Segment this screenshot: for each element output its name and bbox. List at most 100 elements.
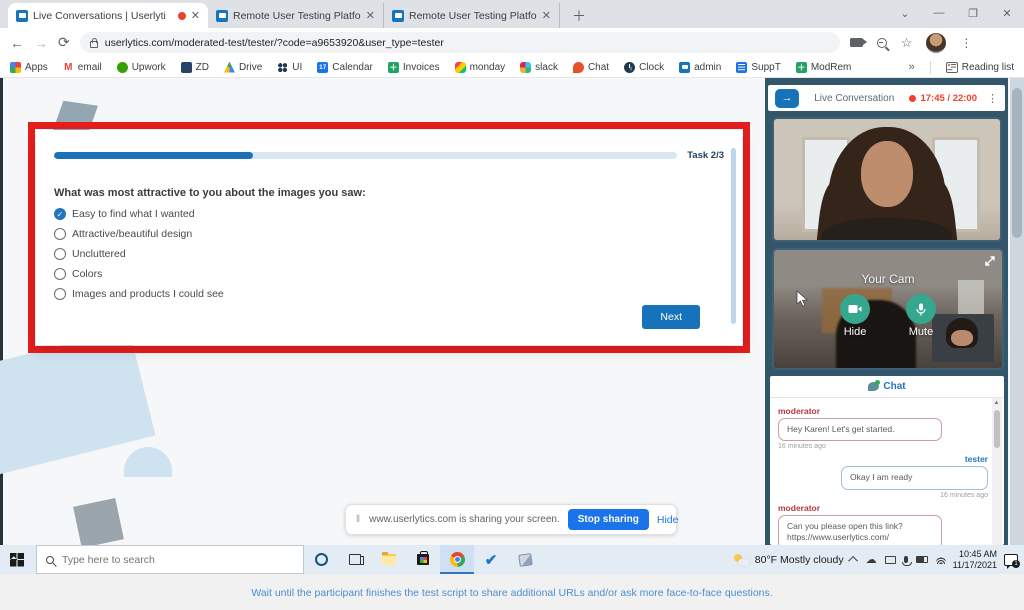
- tab-camera-indicator-icon[interactable]: [849, 38, 867, 47]
- close-tab-icon[interactable]: ✕: [542, 9, 551, 22]
- bookmarks-overflow-chevron[interactable]: »: [909, 61, 915, 73]
- close-window-button[interactable]: ✕: [990, 7, 1024, 20]
- scrollbar-thumb[interactable]: [1012, 88, 1022, 238]
- taskbar-search[interactable]: [36, 545, 304, 574]
- network-icon[interactable]: [935, 555, 946, 564]
- notification-center-icon[interactable]: 1: [1004, 553, 1020, 569]
- radio-icon[interactable]: [54, 228, 66, 240]
- tab-remote-testing-2[interactable]: Remote User Testing Platform | U ✕: [384, 3, 560, 28]
- participant-face: [861, 141, 913, 207]
- collapse-panel-arrow-button[interactable]: →: [775, 88, 799, 108]
- bookmark-apps[interactable]: Apps: [10, 61, 48, 73]
- cortana-button[interactable]: [304, 545, 338, 574]
- display-icon[interactable]: [884, 555, 896, 564]
- bookmark-monday[interactable]: monday: [454, 61, 505, 73]
- microphone-icon[interactable]: [906, 294, 936, 324]
- bookmark-email[interactable]: Memail: [62, 61, 102, 73]
- pinned-app-button[interactable]: ✔: [474, 545, 508, 574]
- bookmark-calendar[interactable]: 17 Calendar: [317, 61, 373, 73]
- task-view-icon: [349, 554, 364, 565]
- stop-sharing-button[interactable]: Stop sharing: [567, 509, 649, 530]
- cortana-icon: [314, 553, 328, 566]
- hide-share-banner-link[interactable]: Hide: [657, 514, 679, 526]
- option-uncluttered[interactable]: Uncluttered: [54, 248, 724, 260]
- radio-selected-icon[interactable]: ✓: [54, 208, 66, 220]
- bookmark-chat[interactable]: Chat: [572, 61, 609, 73]
- restore-button[interactable]: ❐: [956, 7, 990, 20]
- upwork-icon: [116, 61, 128, 73]
- google-drive-icon: [223, 61, 235, 73]
- refresh-icon[interactable]: ⟳: [58, 34, 70, 51]
- minimize-button[interactable]: —: [922, 7, 956, 19]
- reading-list-icon: [945, 61, 958, 73]
- taskbar-clock[interactable]: 10:45 AM 11/17/2021: [953, 549, 997, 570]
- hide-camera-button[interactable]: Hide: [840, 294, 870, 338]
- radio-icon[interactable]: [54, 288, 66, 300]
- chat-messages[interactable]: moderator Hey Karen! Let's get started. …: [770, 398, 1004, 545]
- onedrive-cloud-icon[interactable]: ☁: [866, 553, 877, 566]
- bookmark-upwork[interactable]: Upwork: [116, 61, 166, 73]
- zoom-out-indicator-icon[interactable]: [876, 37, 887, 48]
- microsoft-store-button[interactable]: [406, 545, 440, 574]
- pinned-app-button-2[interactable]: [508, 545, 542, 574]
- bookmark-drive[interactable]: Drive: [223, 61, 262, 73]
- bookmark-suppt[interactable]: SuppT: [736, 61, 781, 73]
- chat-scrollbar[interactable]: ▲: [992, 398, 1002, 545]
- radio-icon[interactable]: [54, 268, 66, 280]
- close-tab-icon[interactable]: ✕: [366, 9, 375, 22]
- next-button[interactable]: Next: [642, 305, 700, 329]
- task-view-button[interactable]: [338, 545, 372, 574]
- tab-live-conversations[interactable]: Live Conversations | Userlyti ✕: [8, 3, 208, 28]
- start-button-icon[interactable]: [10, 552, 24, 567]
- weather-widget[interactable]: 80°F Mostly cloudy: [733, 553, 844, 566]
- url-field[interactable]: userlytics.com/moderated-test/tester/?co…: [79, 32, 840, 53]
- bookmark-star-icon[interactable]: ☆: [901, 35, 913, 51]
- scrollbar-thumb[interactable]: [994, 410, 1000, 448]
- bookmark-clock[interactable]: Clock: [624, 61, 664, 73]
- option-colors[interactable]: Colors: [54, 268, 724, 280]
- bookmark-modrem[interactable]: ＋ ModRem: [795, 61, 851, 73]
- option-easy-to-find[interactable]: ✓ Easy to find what I wanted: [54, 208, 724, 220]
- back-icon[interactable]: ←: [10, 35, 24, 51]
- your-cam-video[interactable]: Your Cam Hide Mute: [772, 248, 1004, 370]
- invoices-icon: ＋: [387, 61, 399, 73]
- tray-expand-icon[interactable]: [847, 555, 858, 566]
- page-scrollbar[interactable]: [1010, 78, 1024, 545]
- radio-icon[interactable]: [54, 248, 66, 260]
- option-attractive-design[interactable]: Attractive/beautiful design: [54, 228, 724, 240]
- search-input[interactable]: [62, 553, 262, 566]
- tab-search-chevron-icon[interactable]: ⌄: [888, 7, 922, 20]
- mute-microphone-button[interactable]: Mute: [906, 294, 936, 338]
- recording-dot-icon: [909, 94, 917, 102]
- panel-menu-icon[interactable]: ⋮: [987, 92, 998, 105]
- chrome-taskbar-button[interactable]: [440, 545, 474, 574]
- task-progress: Task 2/3: [54, 150, 724, 161]
- microphone-tray-icon[interactable]: [901, 556, 912, 566]
- message-author: moderator: [778, 406, 821, 416]
- option-images-products[interactable]: Images and products I could see: [54, 288, 724, 300]
- close-tab-icon[interactable]: ✕: [191, 9, 200, 22]
- window-controls: ⌄ — ❐ ✕: [888, 0, 1024, 26]
- bookmark-admin[interactable]: admin: [679, 61, 721, 73]
- chat-bubble-icon: [868, 380, 881, 391]
- profile-avatar[interactable]: [926, 32, 947, 53]
- bookmark-slack[interactable]: slack: [520, 61, 558, 73]
- bookmark-zd[interactable]: ZD: [180, 61, 209, 73]
- participant-video[interactable]: [772, 117, 1002, 242]
- bookmark-invoices[interactable]: ＋ Invoices: [387, 61, 440, 73]
- reading-list-button[interactable]: Reading list: [945, 61, 1014, 73]
- modrem-icon: ＋: [795, 61, 807, 73]
- camera-icon[interactable]: [840, 294, 870, 324]
- scroll-up-icon[interactable]: ▲: [994, 400, 1000, 406]
- new-tab-button[interactable]: ＋: [560, 3, 598, 28]
- survey-scrollbar[interactable]: [731, 148, 736, 324]
- expand-icon[interactable]: [984, 255, 996, 267]
- drag-handle-icon[interactable]: ‖: [356, 514, 361, 525]
- bookmark-ui[interactable]: UI: [277, 61, 302, 73]
- battery-icon[interactable]: [915, 556, 928, 563]
- forward-icon[interactable]: →: [34, 35, 48, 51]
- file-explorer-button[interactable]: [372, 545, 406, 574]
- notification-badge: 1: [1012, 559, 1020, 568]
- tab-remote-testing-1[interactable]: Remote User Testing Platform | U ✕: [208, 3, 384, 28]
- browser-menu-icon[interactable]: ⋮: [960, 36, 972, 50]
